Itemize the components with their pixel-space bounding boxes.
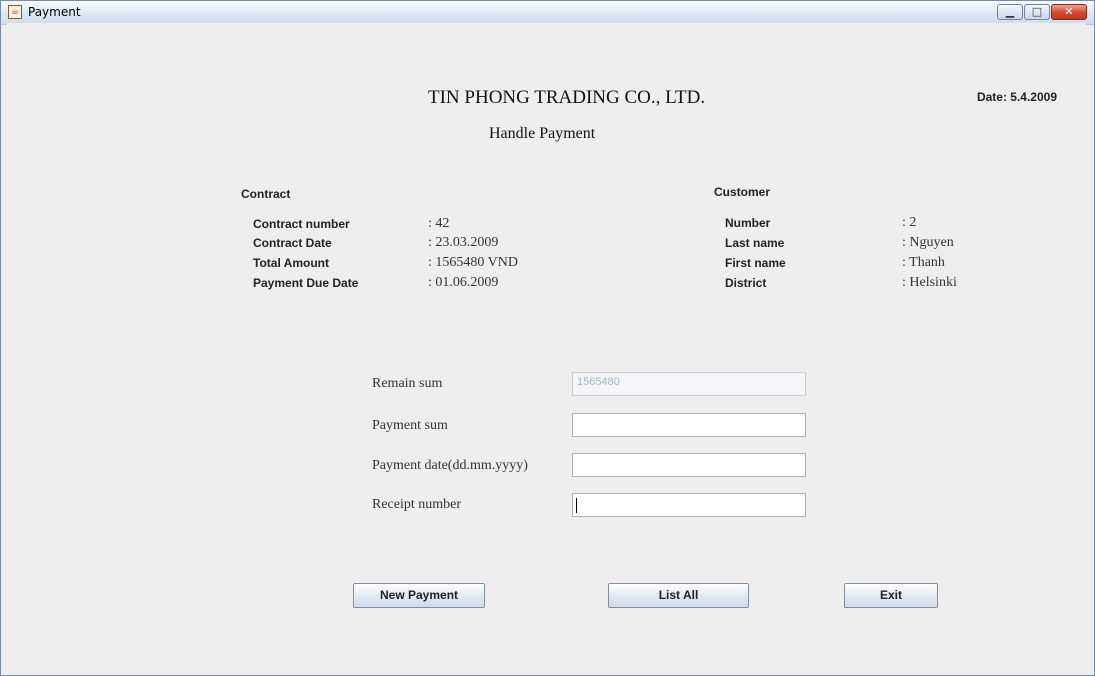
exit-button[interactable]: Exit	[844, 583, 938, 608]
last-name-value: : Nguyen	[902, 235, 954, 250]
customer-number-value: : 2	[902, 215, 917, 230]
contract-number-value: : 42	[428, 216, 450, 231]
close-icon: ✕	[1064, 5, 1074, 18]
minimize-icon: ▁	[1005, 5, 1015, 18]
contract-section-title: Contract	[241, 187, 291, 201]
maximize-button[interactable]: □	[1024, 4, 1050, 20]
current-date: Date: 5.4.2009	[976, 90, 1057, 104]
close-button[interactable]: ✕	[1051, 4, 1087, 20]
total-amount-value: : 1565480 VND	[428, 255, 518, 270]
contract-date-label: Contract Date	[253, 236, 332, 250]
contract-number-label: Contract number	[253, 217, 350, 231]
client-area	[7, 23, 1086, 667]
receipt-number-input[interactable]	[572, 493, 806, 517]
new-payment-button[interactable]: New Payment	[353, 583, 485, 608]
minimize-button[interactable]: ▁	[997, 4, 1023, 20]
customer-section-title: Customer	[714, 185, 771, 199]
district-label: District	[725, 276, 767, 290]
payment-due-date-label: Payment Due Date	[253, 276, 359, 290]
text-cursor	[576, 498, 577, 513]
maximize-icon: □	[1031, 5, 1043, 18]
payment-date-label: Payment date(dd.mm.yyyy)	[372, 458, 528, 473]
window-title: Payment	[28, 5, 81, 19]
receipt-number-label: Receipt number	[372, 497, 462, 512]
payment-due-date-value: : 01.06.2009	[428, 275, 499, 290]
customer-number-label: Number	[725, 216, 771, 230]
payment-date-input[interactable]	[572, 453, 806, 477]
list-all-button[interactable]: List All	[608, 583, 749, 608]
java-coffee-cup-icon: ☕	[8, 5, 22, 19]
window-controls: ▁ □ ✕	[996, 4, 1087, 20]
page-title: Handle Payment	[489, 125, 596, 142]
remain-sum-field: 1565480	[572, 372, 806, 396]
company-name: TIN PHONG TRADING CO., LTD.	[428, 87, 706, 108]
first-name-value: : Thanh	[902, 255, 945, 270]
contract-date-value: : 23.03.2009	[428, 235, 499, 250]
payment-sum-label: Payment sum	[372, 418, 448, 433]
title-bar[interactable]: ☕ Payment ▁ □ ✕	[1, 1, 1094, 25]
payment-sum-input[interactable]	[572, 413, 806, 437]
last-name-label: Last name	[725, 236, 785, 250]
district-value: : Helsinki	[902, 275, 957, 290]
first-name-label: First name	[725, 256, 786, 270]
total-amount-label: Total Amount	[253, 256, 329, 270]
remain-sum-label: Remain sum	[372, 376, 443, 391]
